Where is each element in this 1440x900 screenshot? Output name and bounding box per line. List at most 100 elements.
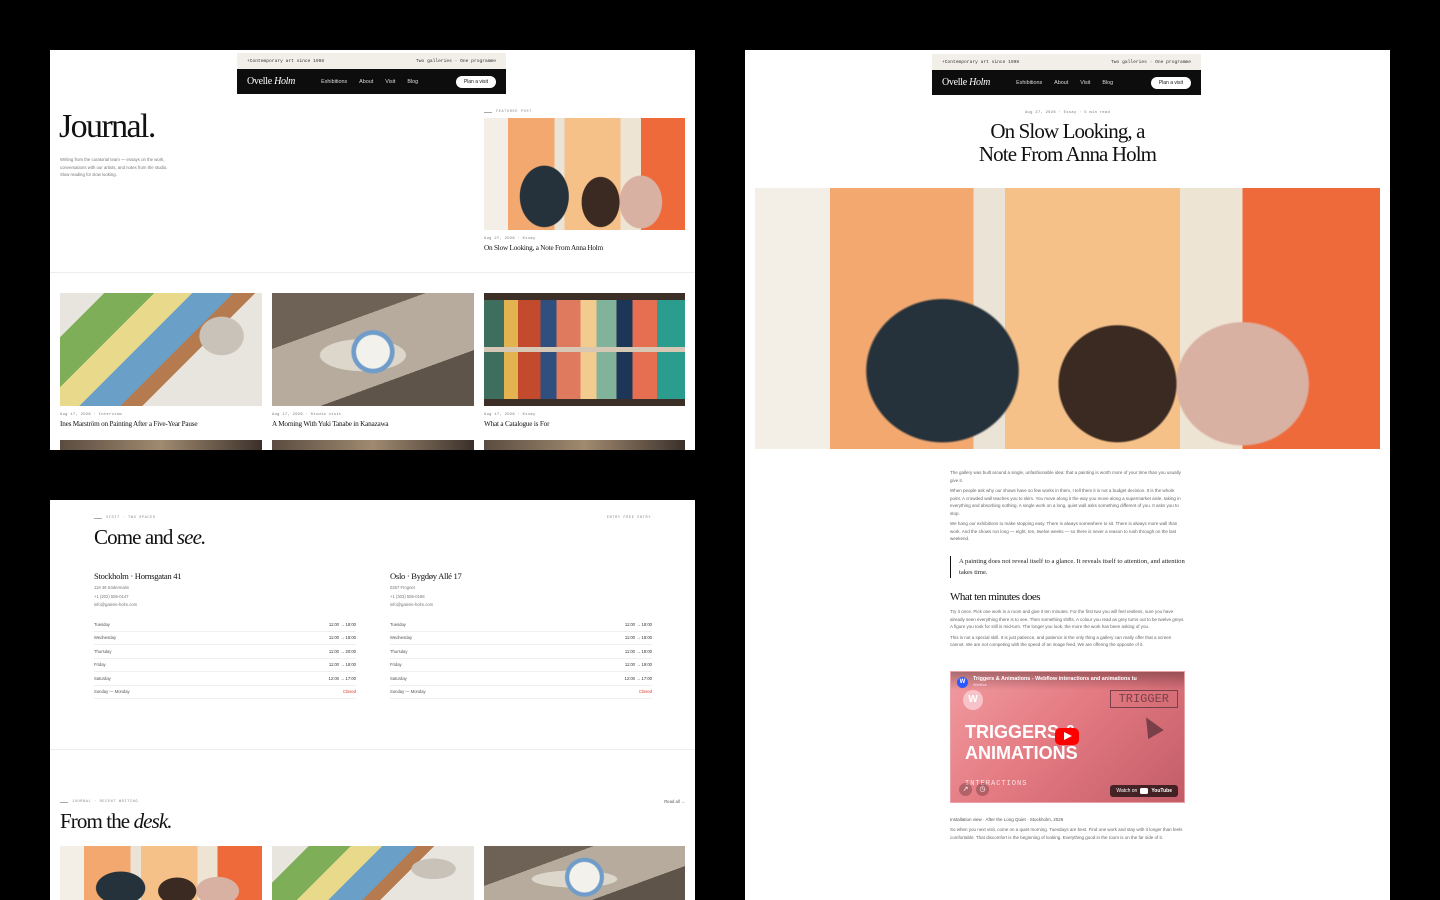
channel-avatar-icon[interactable]: W [957,677,968,688]
site-header: +Contemporary art since 1998 Two galleri… [932,54,1201,95]
article-body: The gallery was built around a single, u… [950,469,1185,546]
video-title[interactable]: Triggers & Animations - Webflow interact… [973,676,1183,682]
page-title: Journal. [59,108,156,145]
hours-row: Saturday 12:00 → 17:00 [94,672,356,686]
post-card-title-1[interactable]: Ines Marström on Painting After a Five-Y… [60,420,198,428]
read-all-link[interactable]: Read all → [664,799,685,804]
article-paragraph: The gallery was built around a single, u… [950,470,1181,483]
visit-eyebrow-right: ENTRY FREE ENTRY [606,516,651,520]
location-address: 118 49 Södermalm [94,585,130,590]
share-icon[interactable]: ↗ [959,783,972,796]
location-email[interactable]: info@galerie-holm.com [390,601,462,610]
featured-post-title[interactable]: On Slow Looking, a Note From Anna Holm [484,244,603,252]
nav-about[interactable]: About [1054,80,1068,86]
nav-blog[interactable]: Blog [1102,80,1113,86]
post-card-meta-2: Aug 17, 2026 · Studio visit [272,413,342,417]
site-logo[interactable]: Ovelle Holm [247,76,295,87]
trigger-badge: TRIGGER [1109,690,1178,708]
video-subtitle: INTERACTIONS [965,780,1028,788]
watch-later-icon[interactable]: ◷ [976,783,989,796]
visit-title-main: Come and [94,525,177,549]
hours-time: 11:00 → 18:00 [624,621,652,627]
strip-left-text: +Contemporary art since 1998 [942,59,1020,65]
plan-visit-button[interactable]: Plan a visit [1150,76,1191,89]
hours-row: Tuesday 11:00 → 18:00 [94,618,356,632]
nav-exhibitions[interactable]: Exhibitions [1016,80,1042,86]
logo-word-1: Ovelle [247,76,275,87]
plan-visit-button[interactable]: Plan a visit [455,75,496,88]
post-card-title-3[interactable]: What a Catalogue is For [484,420,549,428]
article-hero-image [755,188,1380,449]
article-paragraph: Try it once. Pick one work in a room and… [950,609,1185,629]
visit-title: Come and see. [94,525,206,550]
article-title-line-1: On Slow Looking, a [990,119,1145,143]
section-divider [50,749,695,750]
watch-on-youtube-button[interactable]: Watch on YouTube [1110,785,1178,797]
video-headline-line-2: ANIMATIONS [965,743,1078,763]
youtube-wordmark: YouTube [1151,788,1172,794]
visit-page-panel: VISIT · TWO SPACES ENTRY FREE ENTRY Come… [50,500,695,900]
post-card-image-5[interactable] [272,440,474,450]
featured-post-image[interactable] [484,118,685,230]
video-channel: Webflow [973,683,987,687]
desk-eyebrow-text: JOURNAL · RECENT WRITING [72,800,139,804]
hours-row: Tuesday 11:00 → 18:00 [390,618,652,632]
desk-card-image-2[interactable] [272,846,474,900]
image-caption: Installation view · After the Long Quiet… [950,817,1064,822]
play-triangle-icon [1064,732,1072,740]
location-phone[interactable]: +1 (303) 555-0198 [390,593,462,602]
youtube-play-icon[interactable] [1055,728,1079,745]
section-divider [50,272,695,273]
post-card-meta-3: Aug 17, 2026 · Essay [484,413,536,417]
featured-post-meta: Aug 27, 2026 · Essay [484,237,536,241]
hours-time: 11:00 → 18:00 [328,635,356,641]
desk-title-main: From the [60,809,134,833]
video-embed[interactable]: W Triggers & Animations - Webflow intera… [950,671,1185,803]
location-stockholm: Stockholm · Hornsgatan 41 118 49 Söderma… [94,571,182,610]
post-card-image-1[interactable] [60,293,262,406]
nav-visit[interactable]: Visit [1080,80,1090,86]
hours-row: Wednesday 11:00 → 18:00 [94,632,356,645]
journal-page-panel: +Contemporary art since 1998 Two galleri… [50,50,695,450]
hours-day: Sunday — Monday [94,689,130,695]
hours-day: Sunday — Monday [390,689,426,695]
hours-day: Saturday [94,675,111,681]
post-card-title-2[interactable]: A Morning With Yuki Tanabe in Kanazawa [272,420,389,428]
hours-day: Thursday [390,648,408,654]
location-phone[interactable]: +1 (202) 555-0147 [94,593,181,602]
nav-exhibitions[interactable]: Exhibitions [321,79,347,85]
journal-intro: Writing from the curatorial team — essay… [60,157,168,177]
hours-row: Wednesday 11:00 → 18:00 [390,632,652,645]
post-card-image-2[interactable] [272,293,474,406]
nav-blog[interactable]: Blog [407,79,418,85]
article-paragraph: So when you next visit, come on a quiet … [950,827,1183,840]
site-logo[interactable]: Ovelle Holm [942,77,990,88]
logo-word-2: Holm [274,76,296,87]
post-card-image-6[interactable] [484,440,685,450]
location-email[interactable]: info@galerie-holm.com [94,601,181,610]
desk-card-image-3[interactable] [484,846,685,900]
visit-title-italic: see. [176,525,206,549]
cursor-icon [1138,712,1164,740]
hours-closed-status: Closed [342,689,356,695]
hours-day: Thursday [94,648,112,654]
pull-quote: A painting does not reveal itself to a g… [950,556,1185,578]
nav-about[interactable]: About [359,79,373,85]
hours-row: Friday 11:00 → 18:00 [94,659,356,672]
article-meta: Aug 27, 2026 · Essay · 5 min read [1024,111,1111,115]
nav-visit[interactable]: Visit [385,79,395,85]
desk-title-italic: desk. [133,809,173,833]
hours-day: Saturday [390,675,407,681]
desk-card-image-1[interactable] [60,846,262,900]
logo-word-1: Ovelle [942,77,970,88]
location-name: Oslo · Bygdøy Allé 17 [390,571,462,581]
post-card-image-3[interactable] [484,293,685,406]
post-card-image-4[interactable] [60,440,262,450]
post-card-meta-1: Aug 17, 2026 · Interview [60,413,122,417]
hours-row: Sunday — Monday Closed [390,686,652,699]
hours-day: Friday [94,662,106,668]
hours-time: 11:00 → 18:00 [328,621,356,627]
visit-eyebrow: VISIT · TWO SPACES [94,516,156,520]
hours-row: Saturday 12:00 → 17:00 [390,672,652,686]
featured-eyebrow-text: FEATURED POST [496,110,532,114]
